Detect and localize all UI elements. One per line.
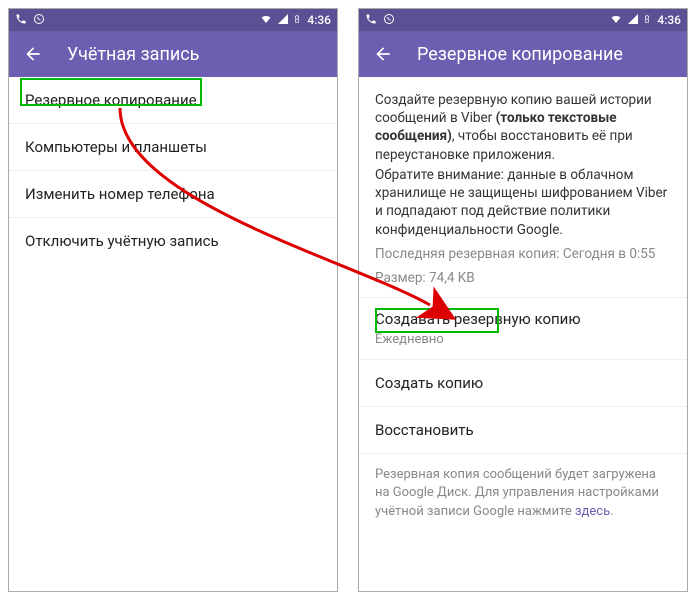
app-bar: Резервное копирование xyxy=(359,31,687,77)
schedule-title: Создавать резервную копию xyxy=(359,298,687,332)
back-button[interactable] xyxy=(23,44,43,64)
backup-size: Размер: 74,4 KB xyxy=(375,269,671,287)
signal-icon xyxy=(277,13,289,28)
battery-icon xyxy=(643,13,651,28)
last-backup: Последняя резервная копия: Сегодня в 0:5… xyxy=(375,245,671,263)
schedule-item[interactable]: Создавать резервную копию Ежедневно xyxy=(359,298,687,360)
page-title: Резервное копирование xyxy=(417,44,623,65)
signal-icon xyxy=(627,13,639,28)
restore-button[interactable]: Восстановить xyxy=(359,407,687,454)
viber-icon xyxy=(383,13,395,28)
page-title: Учётная запись xyxy=(67,44,199,65)
clock: 4:36 xyxy=(657,13,681,27)
item-deactivate[interactable]: Отключить учётную запись xyxy=(9,218,337,264)
schedule-value: Ежедневно xyxy=(359,332,687,360)
app-bar: Учётная запись xyxy=(9,31,337,77)
wifi-icon xyxy=(259,13,273,28)
wifi-icon xyxy=(609,13,623,28)
phone-right: 4:36 Резервное копирование Создайте резе… xyxy=(358,8,688,592)
footer-note: Резервная копия сообщений будет загружен… xyxy=(359,454,687,533)
phone-left: 4:36 Учётная запись Резервное копировани… xyxy=(8,8,338,592)
settings-list: Резервное копирование Компьютеры и планш… xyxy=(9,77,337,264)
item-computers[interactable]: Компьютеры и планшеты xyxy=(9,124,337,171)
item-change-number[interactable]: Изменить номер телефона xyxy=(9,171,337,218)
viber-icon xyxy=(33,13,45,28)
footer-post: . xyxy=(610,504,613,519)
create-backup-button[interactable]: Создать копию xyxy=(359,360,687,407)
back-button[interactable] xyxy=(373,44,393,64)
status-bar: 4:36 xyxy=(9,9,337,31)
footer-pre: Резервная копия сообщений будет загружен… xyxy=(375,467,659,518)
info-warn: Обратите внимание: данные в облачном хра… xyxy=(375,166,671,239)
clock: 4:36 xyxy=(307,13,331,27)
battery-icon xyxy=(293,13,301,28)
item-backup[interactable]: Резервное копирование xyxy=(9,77,337,124)
footer-link[interactable]: здесь xyxy=(575,504,610,519)
phone-icon xyxy=(15,13,27,28)
phone-icon xyxy=(365,13,377,28)
status-bar: 4:36 xyxy=(359,9,687,31)
backup-info: Создайте резервную копию вашей истории с… xyxy=(359,77,687,298)
